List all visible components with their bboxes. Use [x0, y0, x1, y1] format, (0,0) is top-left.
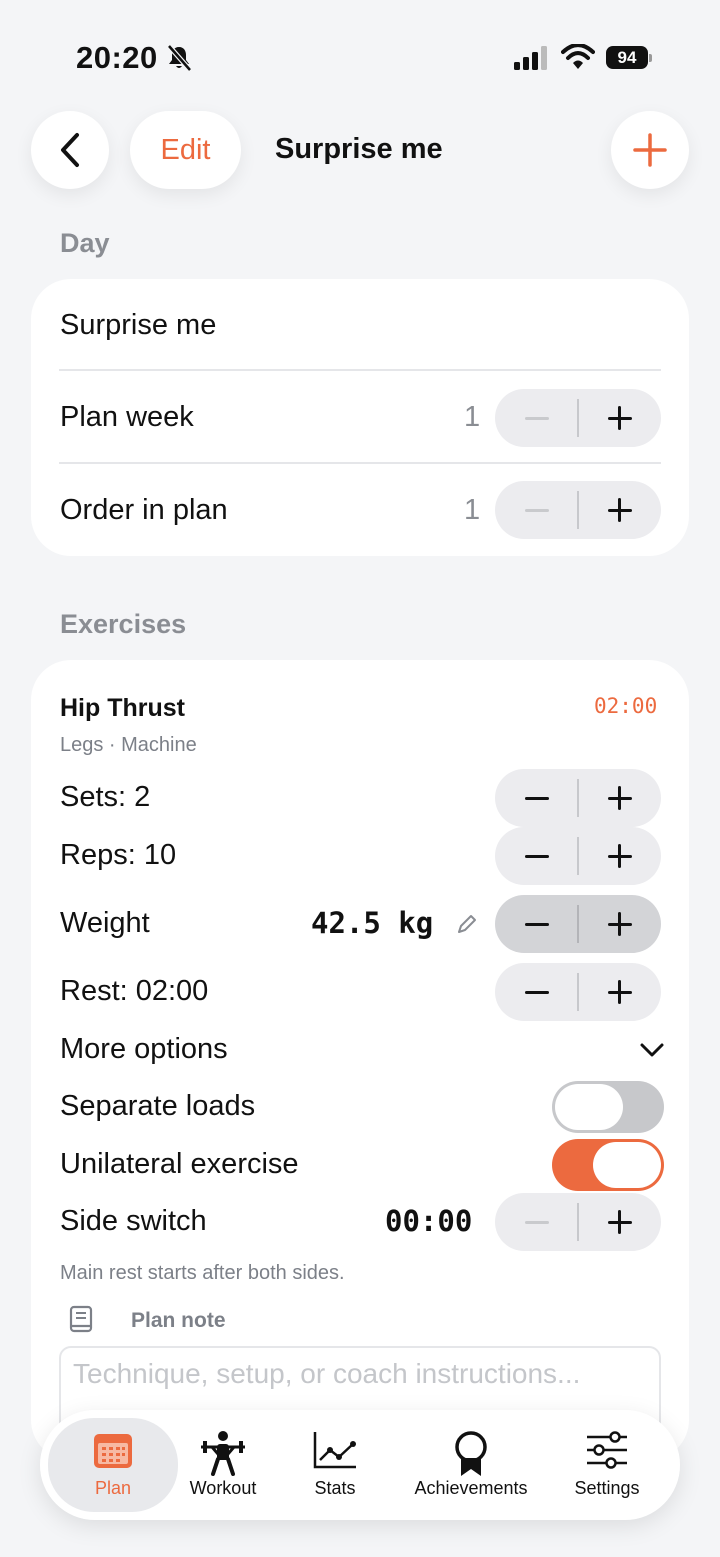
side-switch-decrement-button[interactable]: [495, 1193, 578, 1251]
battery-icon: 94: [606, 46, 652, 69]
chart-icon: [313, 1432, 356, 1469]
tab-workout[interactable]: Workout: [176, 1410, 270, 1520]
order-in-plan-label: Order in plan: [60, 494, 228, 526]
minus-icon: [524, 416, 549, 420]
chevron-left-icon: [61, 133, 79, 167]
reps-stepper: [495, 827, 661, 885]
side-switch-label: Side switch: [60, 1205, 207, 1237]
plan-week-value: 1: [464, 401, 481, 433]
add-button[interactable]: [611, 111, 689, 189]
rest-increment-button[interactable]: [578, 963, 661, 1021]
tab-stats[interactable]: Stats: [290, 1410, 380, 1520]
silent-bell-icon: [167, 44, 192, 72]
tab-achievements[interactable]: Achievements: [408, 1410, 534, 1520]
sets-label: Sets: 2: [60, 781, 151, 813]
side-switch-stepper: [495, 1193, 661, 1251]
weight-increment-button[interactable]: [578, 895, 661, 953]
rest-label: Rest: 02:00: [60, 975, 209, 1007]
edit-button[interactable]: Edit: [130, 111, 241, 189]
exercises-section-label: Exercises: [60, 609, 187, 639]
reps-increment-button[interactable]: [578, 827, 661, 885]
tab-label: Workout: [189, 1478, 257, 1498]
separate-loads-label: Separate loads: [60, 1090, 256, 1122]
plan-week-stepper: [495, 389, 661, 447]
award-icon: [455, 1431, 487, 1476]
side-switch-increment-button[interactable]: [578, 1193, 661, 1251]
sets-decrement-button[interactable]: [495, 769, 578, 827]
minus-icon: [524, 922, 549, 926]
plus-icon: [607, 980, 632, 1004]
exercise-meta: Legs · Machine: [60, 734, 197, 756]
plus-icon: [607, 786, 632, 810]
side-switch-hint: Main rest starts after both sides.: [60, 1262, 345, 1284]
exercise-rest-timer: 02:00: [594, 694, 658, 718]
weight-decrement-button[interactable]: [495, 895, 578, 953]
plus-icon: [607, 498, 632, 522]
order-decrement-button[interactable]: [495, 481, 578, 539]
status-time: 20:20: [76, 40, 158, 75]
plus-icon: [633, 133, 667, 167]
chevron-down-icon[interactable]: [639, 1041, 665, 1059]
order-in-plan-stepper: [495, 481, 661, 539]
rest-decrement-button[interactable]: [495, 963, 578, 1021]
weight-label: Weight: [60, 907, 150, 939]
plan-note-label: Plan note: [131, 1309, 226, 1332]
reps-label: Reps: 10: [60, 839, 177, 871]
minus-icon: [524, 796, 549, 800]
plus-icon: [607, 844, 632, 868]
day-name-field[interactable]: Surprise me: [60, 309, 216, 342]
cellular-signal-icon: [514, 46, 547, 70]
sets-increment-button[interactable]: [578, 769, 661, 827]
weight-stepper: [495, 895, 661, 953]
plan-note-placeholder: Technique, setup, or coach instructions.…: [73, 1358, 581, 1389]
plan-week-decrement-button[interactable]: [495, 389, 578, 447]
minus-icon: [524, 990, 549, 994]
sets-stepper: [495, 769, 661, 827]
divider: [59, 369, 661, 371]
tab-plan[interactable]: Plan: [48, 1418, 178, 1512]
reps-decrement-button[interactable]: [495, 827, 578, 885]
more-options-toggle[interactable]: More options: [60, 1033, 228, 1066]
minus-icon: [524, 508, 549, 512]
pencil-icon[interactable]: [456, 913, 478, 935]
book-icon: [69, 1305, 93, 1333]
wifi-icon: [561, 44, 595, 69]
back-button[interactable]: [31, 111, 109, 189]
plan-week-label: Plan week: [60, 401, 194, 433]
day-section-label: Day: [60, 228, 110, 258]
unilateral-switch[interactable]: [552, 1139, 664, 1191]
minus-icon: [524, 854, 549, 858]
order-increment-button[interactable]: [578, 481, 661, 539]
sliders-icon: [587, 1431, 627, 1469]
tab-settings[interactable]: Settings: [562, 1410, 652, 1520]
battery-level: 94: [606, 46, 648, 69]
weightlifter-icon: [201, 1431, 245, 1476]
exercise-name[interactable]: Hip Thrust: [60, 694, 185, 723]
status-bar: 20:20 94: [0, 0, 720, 110]
unilateral-label: Unilateral exercise: [60, 1148, 299, 1180]
weight-value[interactable]: 42.5 kg: [311, 906, 433, 940]
tab-label: Stats: [314, 1478, 356, 1498]
plan-week-increment-button[interactable]: [578, 389, 661, 447]
order-in-plan-value: 1: [464, 494, 481, 526]
side-switch-value: 00:00: [385, 1204, 473, 1238]
plus-icon: [607, 1210, 632, 1234]
tab-label: Plan: [94, 1478, 132, 1498]
separate-loads-switch[interactable]: [552, 1081, 664, 1133]
plus-icon: [607, 406, 632, 430]
minus-icon: [524, 1220, 549, 1224]
tab-bar: Plan Workout Stats Achievements Settings: [40, 1410, 680, 1520]
divider: [59, 462, 661, 464]
rest-stepper: [495, 963, 661, 1021]
tab-label: Achievements: [414, 1478, 528, 1498]
tab-label: Settings: [574, 1478, 640, 1498]
page-title: Surprise me: [275, 133, 443, 165]
calendar-icon: [94, 1434, 132, 1468]
plus-icon: [607, 912, 632, 936]
